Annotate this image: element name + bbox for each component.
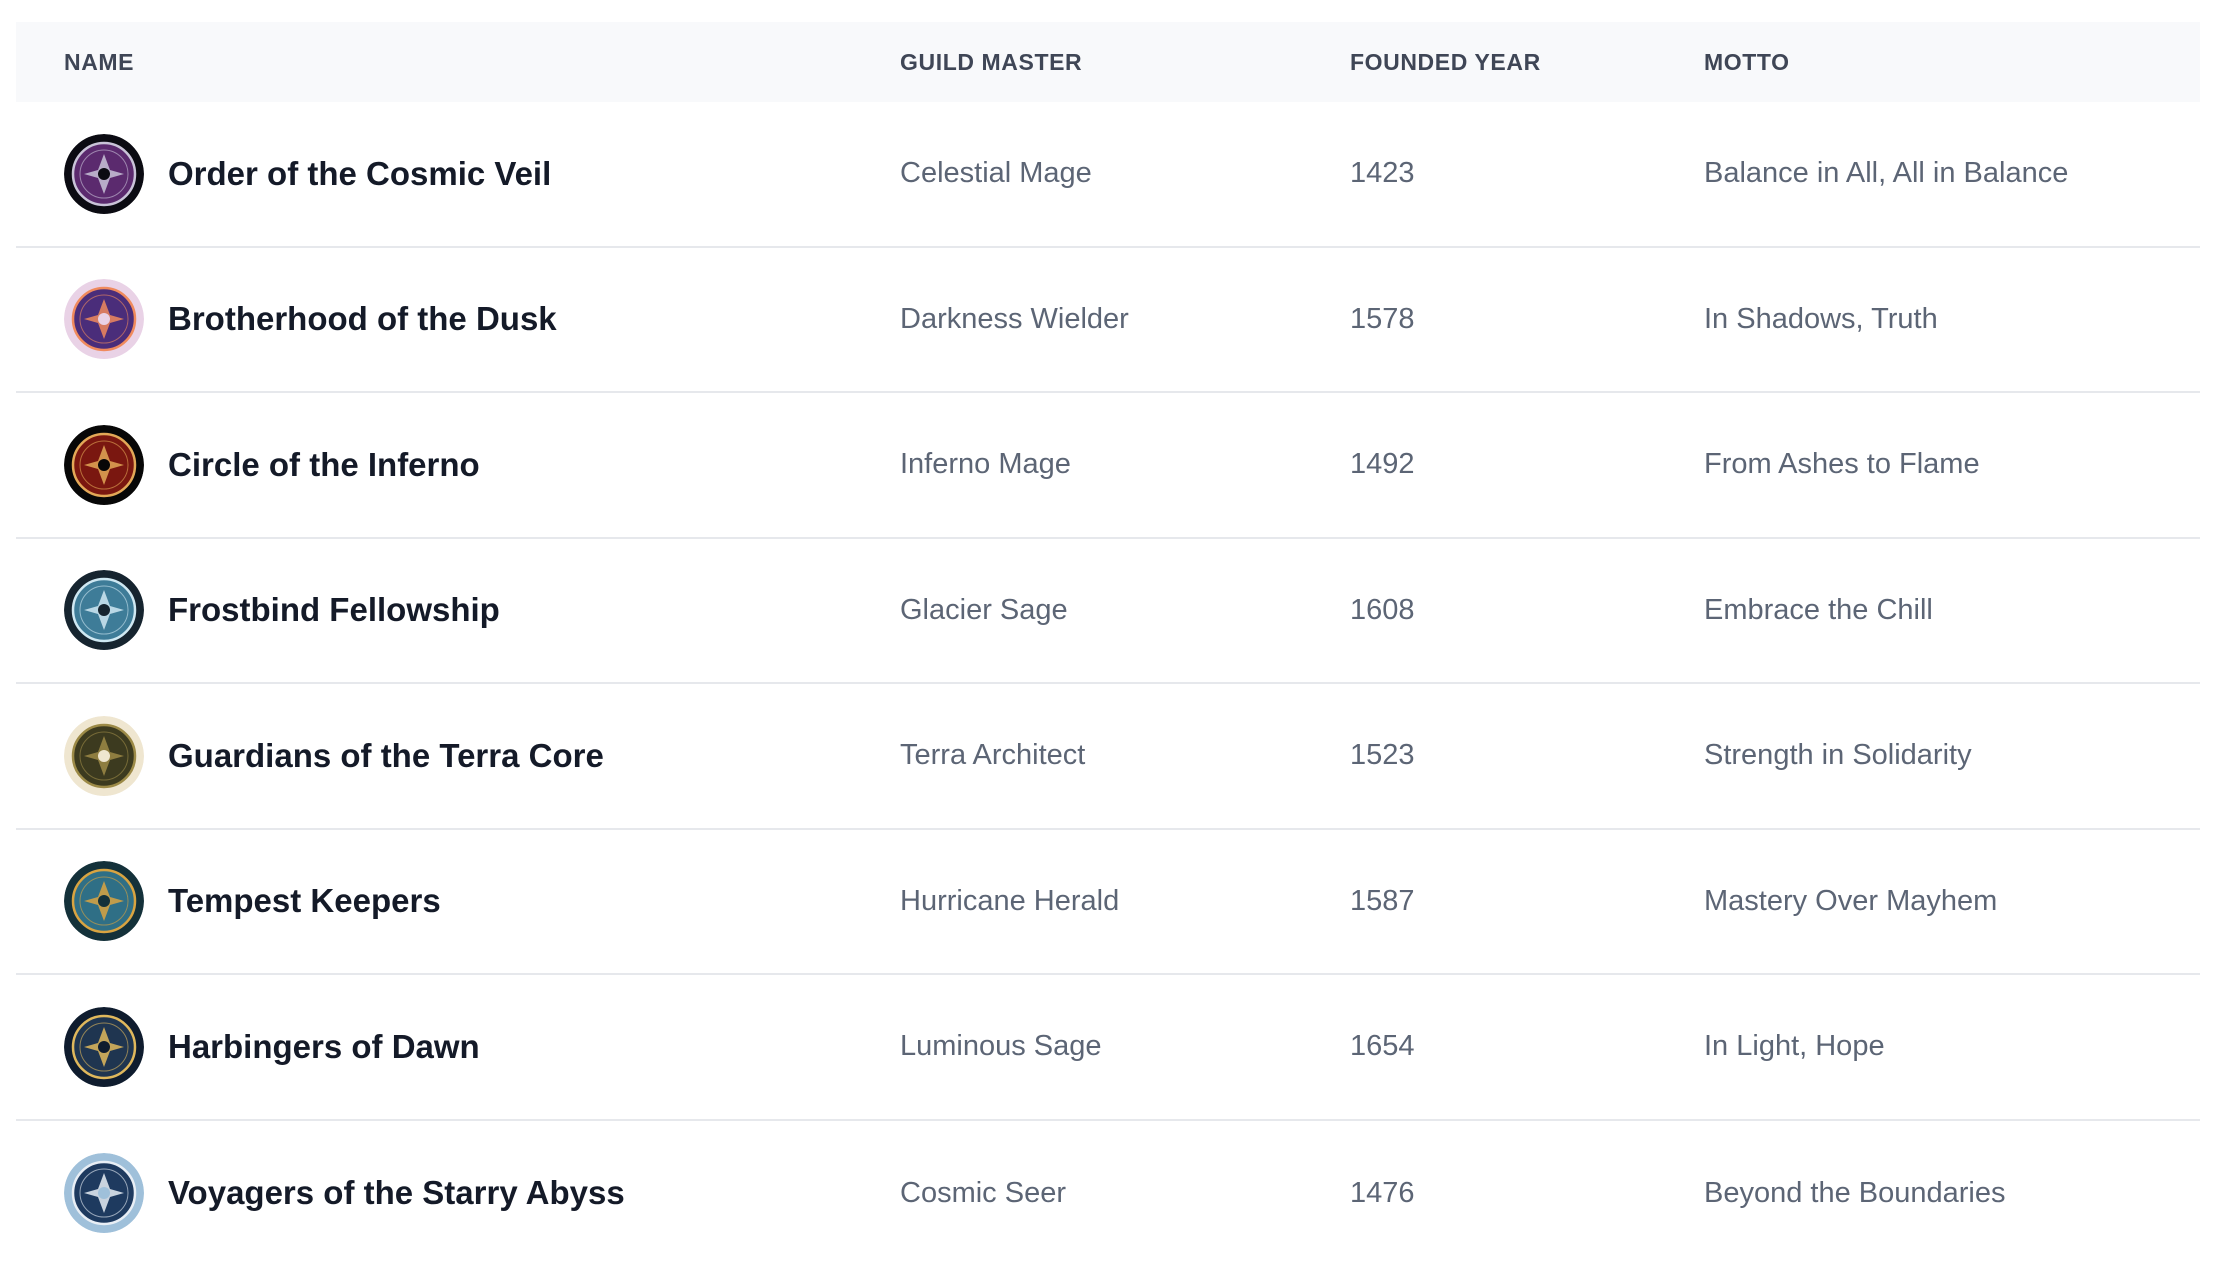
name-cell: Tempest Keepers [16,861,900,941]
guild-master-cell: Darkness Wielder [900,303,1350,336]
guild-master-cell: Cosmic Seer [900,1177,1350,1210]
name-cell: Harbingers of Dawn [16,1007,900,1087]
guild-master-cell: Hurricane Herald [900,885,1350,918]
motto-cell: In Shadows, Truth [1704,303,2200,336]
table-row[interactable]: Tempest Keepers Hurricane Herald1587Maste… [16,830,2200,976]
founded-year-cell: 1492 [1350,448,1704,481]
founded-year-cell: 1476 [1350,1177,1704,1210]
inferno-emblem-icon [64,425,144,505]
name-cell: Frostbind Fellowship [16,570,900,650]
name-cell: Order of the Cosmic Veil [16,134,900,214]
founded-year-cell: 1423 [1350,157,1704,190]
dawn-emblem-icon [64,1007,144,1087]
table-row[interactable]: Voyagers of the Starry Abyss Cosmic Seer1… [16,1121,2200,1266]
guild-master-cell: Inferno Mage [900,448,1350,481]
guild-name[interactable]: Circle of the Inferno [168,446,480,484]
motto-cell: From Ashes to Flame [1704,448,2200,481]
founded-year-cell: 1523 [1350,739,1704,772]
header-founded-year[interactable]: FOUNDED YEAR [1350,49,1704,76]
table-row[interactable]: Guardians of the Terra Core Terra Archite… [16,684,2200,830]
founded-year-cell: 1608 [1350,594,1704,627]
motto-cell: In Light, Hope [1704,1030,2200,1063]
guild-name[interactable]: Tempest Keepers [168,882,441,920]
founded-year-cell: 1654 [1350,1030,1704,1063]
dusk-emblem-icon [64,279,144,359]
table-body: Order of the Cosmic VeilCelestial Mage14… [16,102,2200,1266]
table-row[interactable]: Order of the Cosmic Veil Celestial Mage14… [16,102,2200,248]
header-name[interactable]: NAME [16,49,900,76]
guild-name[interactable]: Brotherhood of the Dusk [168,300,557,338]
motto-cell: Beyond the Boundaries [1704,1177,2200,1210]
table-row[interactable]: Frostbind Fellowship Glacier Sage1608Embr… [16,539,2200,685]
name-cell: Brotherhood of the Dusk [16,279,900,359]
starry-abyss-emblem-icon [64,1153,144,1233]
guild-table: NAME GUILD MASTER FOUNDED YEAR MOTTO Ord… [16,22,2200,1266]
guild-name[interactable]: Guardians of the Terra Core [168,737,604,775]
name-cell: Guardians of the Terra Core [16,716,900,796]
table-row[interactable]: Circle of the Inferno Inferno Mage1492Fro… [16,393,2200,539]
table-row[interactable]: Brotherhood of the Dusk Darkness Wielder1… [16,248,2200,394]
name-cell: Circle of the Inferno [16,425,900,505]
motto-cell: Strength in Solidarity [1704,739,2200,772]
founded-year-cell: 1578 [1350,303,1704,336]
guild-master-cell: Luminous Sage [900,1030,1350,1063]
guild-name[interactable]: Frostbind Fellowship [168,591,500,629]
motto-cell: Embrace the Chill [1704,594,2200,627]
cosmic-veil-emblem-icon [64,134,144,214]
guild-name[interactable]: Order of the Cosmic Veil [168,155,551,193]
header-guild-master[interactable]: GUILD MASTER [900,49,1350,76]
guild-name[interactable]: Harbingers of Dawn [168,1028,480,1066]
header-motto[interactable]: MOTTO [1704,49,2200,76]
founded-year-cell: 1587 [1350,885,1704,918]
table-header: NAME GUILD MASTER FOUNDED YEAR MOTTO [16,22,2200,102]
frost-emblem-icon [64,570,144,650]
guild-master-cell: Celestial Mage [900,157,1350,190]
guild-master-cell: Glacier Sage [900,594,1350,627]
terra-emblem-icon [64,716,144,796]
name-cell: Voyagers of the Starry Abyss [16,1153,900,1233]
guild-name[interactable]: Voyagers of the Starry Abyss [168,1174,625,1212]
motto-cell: Balance in All, All in Balance [1704,157,2200,190]
table-row[interactable]: Harbingers of Dawn Luminous Sage1654In Li… [16,975,2200,1121]
guild-master-cell: Terra Architect [900,739,1350,772]
tempest-emblem-icon [64,861,144,941]
motto-cell: Mastery Over Mayhem [1704,885,2200,918]
